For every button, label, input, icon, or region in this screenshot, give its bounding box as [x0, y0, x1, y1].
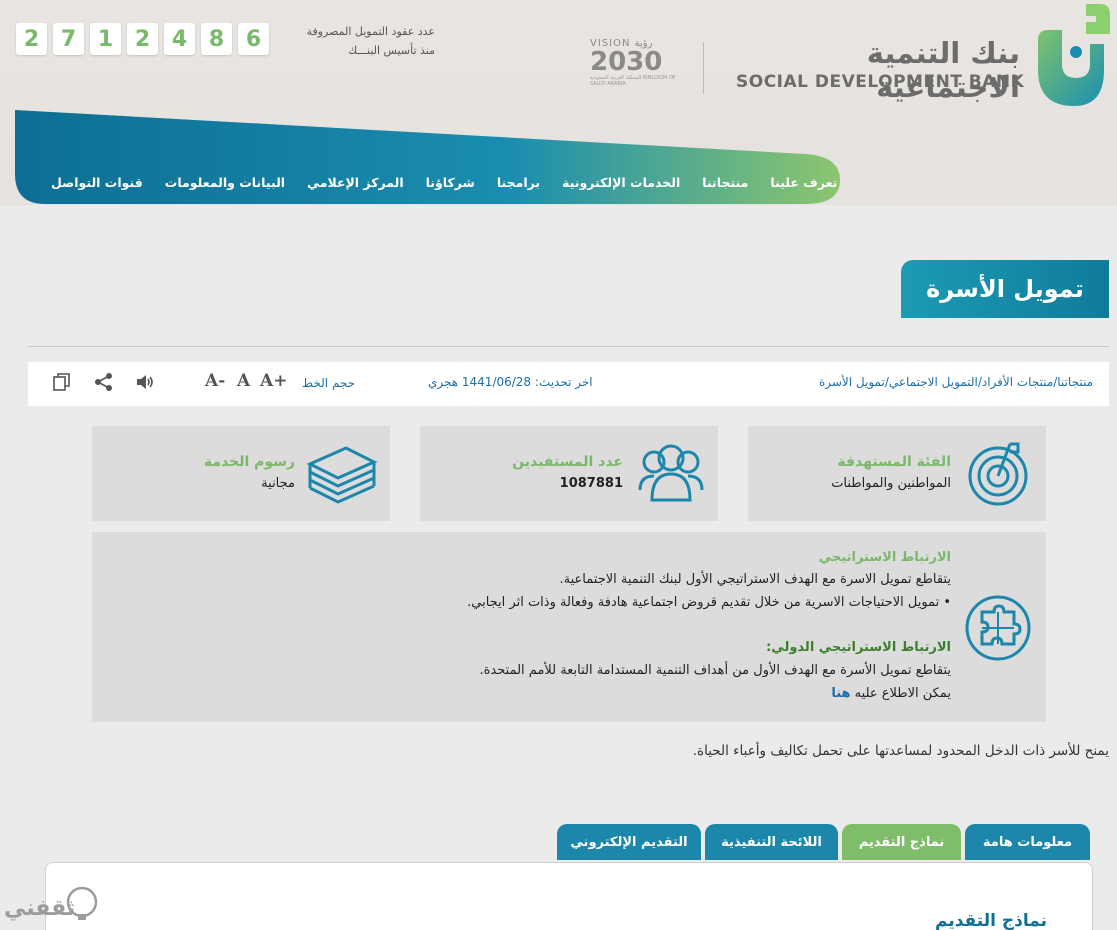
font-increase-button[interactable]: A+: [260, 371, 287, 391]
service-fees-card: رسوم الخدمة مجانية: [92, 426, 390, 521]
strategy-link-prefix: يمكن الاطلاع عليه: [850, 686, 951, 701]
card-title: رسوم الخدمة: [203, 454, 295, 470]
strategic-alignment-box: الارتباط الاستراتيجي يتقاطع تمويل الاسرة…: [92, 532, 1046, 722]
nav-item-about[interactable]: تعرف علينا: [759, 175, 848, 190]
header-divider: [703, 42, 704, 94]
card-title: عدد المستفيدين: [512, 454, 623, 470]
strategy-line: يتقاطع تمويل الأسرة مع الهدف الأول من أه…: [479, 663, 951, 678]
font-normal-button[interactable]: A: [237, 371, 250, 391]
counter-digit: 4: [164, 23, 195, 55]
nav-item-programs[interactable]: برامجنا: [486, 175, 551, 190]
strategy-link-line: يمكن الاطلاع عليه هنا: [831, 686, 951, 701]
nav-item-media-center[interactable]: المركز الإعلامي: [296, 175, 415, 190]
card-value: 1087881: [559, 476, 623, 491]
card-value: مجانية: [261, 476, 295, 491]
counter-digit: 8: [201, 23, 232, 55]
share-icon[interactable]: [93, 371, 115, 393]
watermark-text: ثقفني: [4, 896, 76, 921]
puzzle-icon: [965, 595, 1031, 661]
strategy-heading: الارتباط الاستراتيجي: [818, 550, 951, 565]
intl-strategy-heading: الارتباط الاستراتيجي الدولي:: [766, 640, 951, 655]
tab-important-info[interactable]: معلومات هامة: [965, 824, 1090, 860]
nav-item-products[interactable]: منتجاتنا: [691, 175, 759, 190]
card-title: الفئة المستهدفة: [837, 454, 951, 470]
nav-item-e-services[interactable]: الخدمات الإلكترونية: [551, 175, 691, 190]
nav-item-partners[interactable]: شركاؤنا: [415, 175, 486, 190]
users-icon: [638, 444, 704, 502]
contracts-counter: 2 7 1 2 4 8 6: [16, 23, 269, 55]
vision-2030-logo[interactable]: VISION رؤية 2030 المملكة العربية السعودي…: [590, 38, 680, 98]
bank-name-arabic[interactable]: بنك التنمية الاجتماعية: [730, 36, 1020, 104]
money-stack-icon: [306, 446, 378, 504]
counter-label-line1: عدد عقود التمويل المصروفة: [306, 25, 435, 38]
tab-online-application[interactable]: التقديم الإلكتروني: [557, 824, 701, 860]
nav-item-data[interactable]: البيانات والمعلومات: [154, 175, 296, 190]
page-toolbar: منتجاتنا/منتجات الأفراد/التمويل الاجتماع…: [28, 362, 1109, 406]
card-value: المواطنين والمواطنات: [831, 476, 951, 491]
nav-item-contact-channels[interactable]: قنوات التواصل: [40, 175, 154, 190]
speaker-icon[interactable]: [134, 371, 156, 393]
vision-year: 2030: [590, 47, 663, 77]
last-updated: اخر تحديث: 1441/06/28 هجري: [428, 375, 593, 389]
strategy-line: يتقاطع تمويل الاسرة مع الهدف الاستراتيجي…: [559, 572, 951, 587]
counter-digit: 7: [53, 23, 84, 55]
breadcrumb[interactable]: منتجاتنا/منتجات الأفراد/التمويل الاجتماع…: [819, 375, 1093, 389]
counter-digit: 2: [127, 23, 158, 55]
vision-kingdom: المملكة العربية السعودية KINGDOM OF SAUD…: [590, 75, 676, 87]
page-title: تمويل الأسرة: [901, 260, 1109, 318]
target-icon: [968, 442, 1028, 506]
target-group-card: الفئة المستهدفة المواطنين والمواطنات: [748, 426, 1046, 521]
title-divider: [28, 346, 1109, 347]
panel-heading: نماذج التقديم: [935, 911, 1047, 930]
font-size-label: حجم الخط: [302, 376, 356, 390]
counter-digit: 2: [16, 23, 47, 55]
bank-logo-icon[interactable]: [1030, 0, 1116, 110]
strategy-here-link[interactable]: هنا: [831, 686, 850, 701]
product-description: يمنح للأسر ذات الدخل المحدود لمساعدتها ع…: [692, 743, 1109, 759]
counter-digit: 1: [90, 23, 121, 55]
counter-label: عدد عقود التمويل المصروفة منذ تأسيس البن…: [280, 22, 435, 60]
counter-label-line2: منذ تأسيس البنـــك: [348, 44, 435, 57]
counter-digit: 6: [238, 23, 269, 55]
copy-icon[interactable]: [51, 371, 73, 393]
bank-name-english[interactable]: SOCIAL DEVELOPMENT BANK: [736, 72, 1026, 92]
beneficiaries-card: عدد المستفيدين 1087881: [420, 426, 718, 521]
font-decrease-button[interactable]: A-: [205, 371, 225, 391]
tab-executive-regulations[interactable]: اللائحة التنفيذية: [705, 824, 838, 860]
tab-application-forms[interactable]: نماذج التقديم: [842, 824, 961, 860]
main-navigation: قنوات التواصل البيانات والمعلومات المركز…: [40, 168, 837, 196]
tab-content-panel: نماذج التقديم: [45, 862, 1093, 930]
strategy-line: • تمويل الاحتياجات الاسرية من خلال تقديم…: [467, 595, 951, 610]
